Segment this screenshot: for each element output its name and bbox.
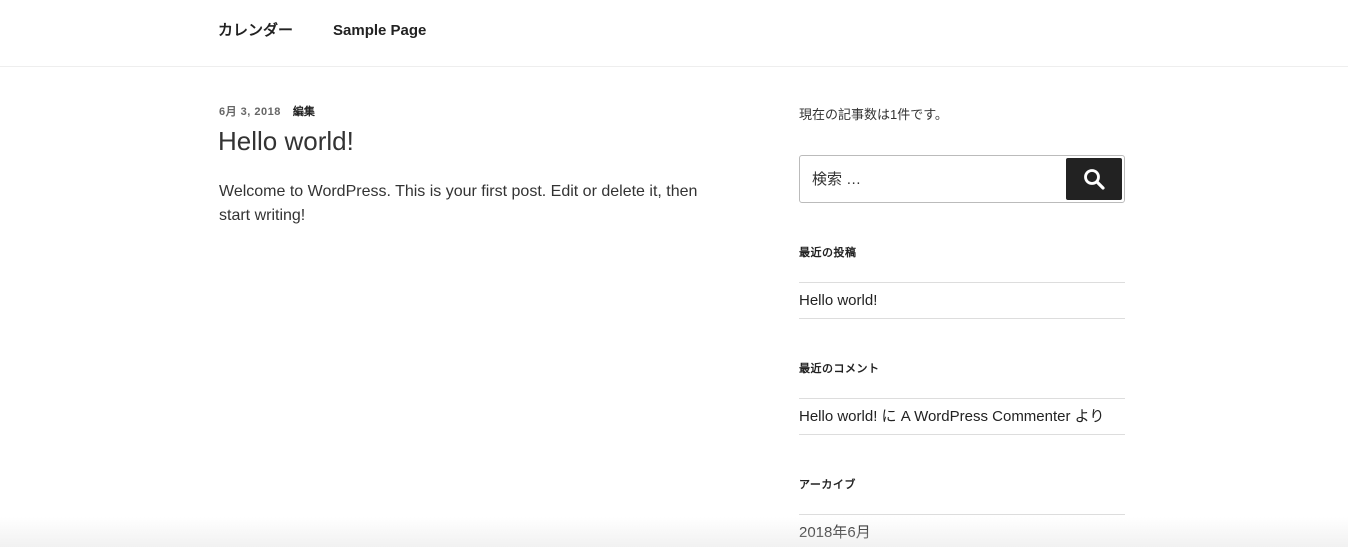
entry-meta: 6月 3, 2018 編集 [219, 104, 739, 120]
list-item: 2018年6月 [799, 515, 1125, 547]
nav-item-sample-page[interactable]: Sample Page [333, 21, 426, 41]
post-title-link[interactable]: Hello world! [218, 125, 739, 157]
post-count-text: 現在の記事数は1件です。 [799, 107, 948, 122]
post-content: Welcome to WordPress. This is your first… [219, 180, 729, 228]
search-icon [1084, 169, 1105, 190]
nav-menu: カレンダー Sample Page [218, 21, 466, 41]
recent-posts-title: 最近の投稿 [799, 247, 857, 259]
recent-posts-widget: 最近の投稿 Hello world! [799, 245, 1125, 319]
recent-comments-list: Hello world! に A WordPress Commenter より [799, 398, 1125, 435]
recent-comments-widget: 最近のコメント Hello world! に A WordPress Comme… [799, 361, 1125, 435]
comment-joiner: に [877, 408, 901, 425]
recent-post-link[interactable]: Hello world! [799, 292, 877, 309]
comment-suffix: より [1070, 408, 1105, 425]
top-navigation: カレンダー Sample Page [0, 0, 1348, 67]
post-content-paragraph: Welcome to WordPress. This is your first… [219, 183, 698, 224]
post-date-link[interactable]: 6月 3, 2018 [219, 104, 281, 120]
comment-author-link[interactable]: A WordPress Commenter [901, 408, 1071, 425]
archives-widget: アーカイブ 2018年6月 [799, 477, 1125, 547]
search-input[interactable] [800, 156, 1064, 202]
archive-link[interactable]: 2018年6月 [799, 524, 871, 541]
recent-comments-title: 最近のコメント [799, 363, 880, 375]
search-form [799, 155, 1125, 203]
page: カレンダー Sample Page 6月 3, 2018 編集 Hello wo… [0, 0, 1348, 547]
sidebar: 現在の記事数は1件です。 最近の投稿 Hello world! 最近のコメント … [799, 106, 1125, 547]
archives-list: 2018年6月 [799, 514, 1125, 547]
comment-post-link[interactable]: Hello world! [799, 408, 877, 425]
nav-item-calendar[interactable]: カレンダー [218, 21, 293, 41]
edit-post-link[interactable]: 編集 [293, 104, 315, 120]
archives-title: アーカイブ [799, 479, 856, 491]
post-article: 6月 3, 2018 編集 Hello world! Welcome to Wo… [218, 104, 739, 228]
recent-posts-list: Hello world! [799, 282, 1125, 319]
bottom-fade [0, 517, 1348, 547]
search-button[interactable] [1066, 158, 1122, 200]
list-item: Hello world! に A WordPress Commenter より [799, 399, 1125, 435]
list-item: Hello world! [799, 283, 1125, 319]
